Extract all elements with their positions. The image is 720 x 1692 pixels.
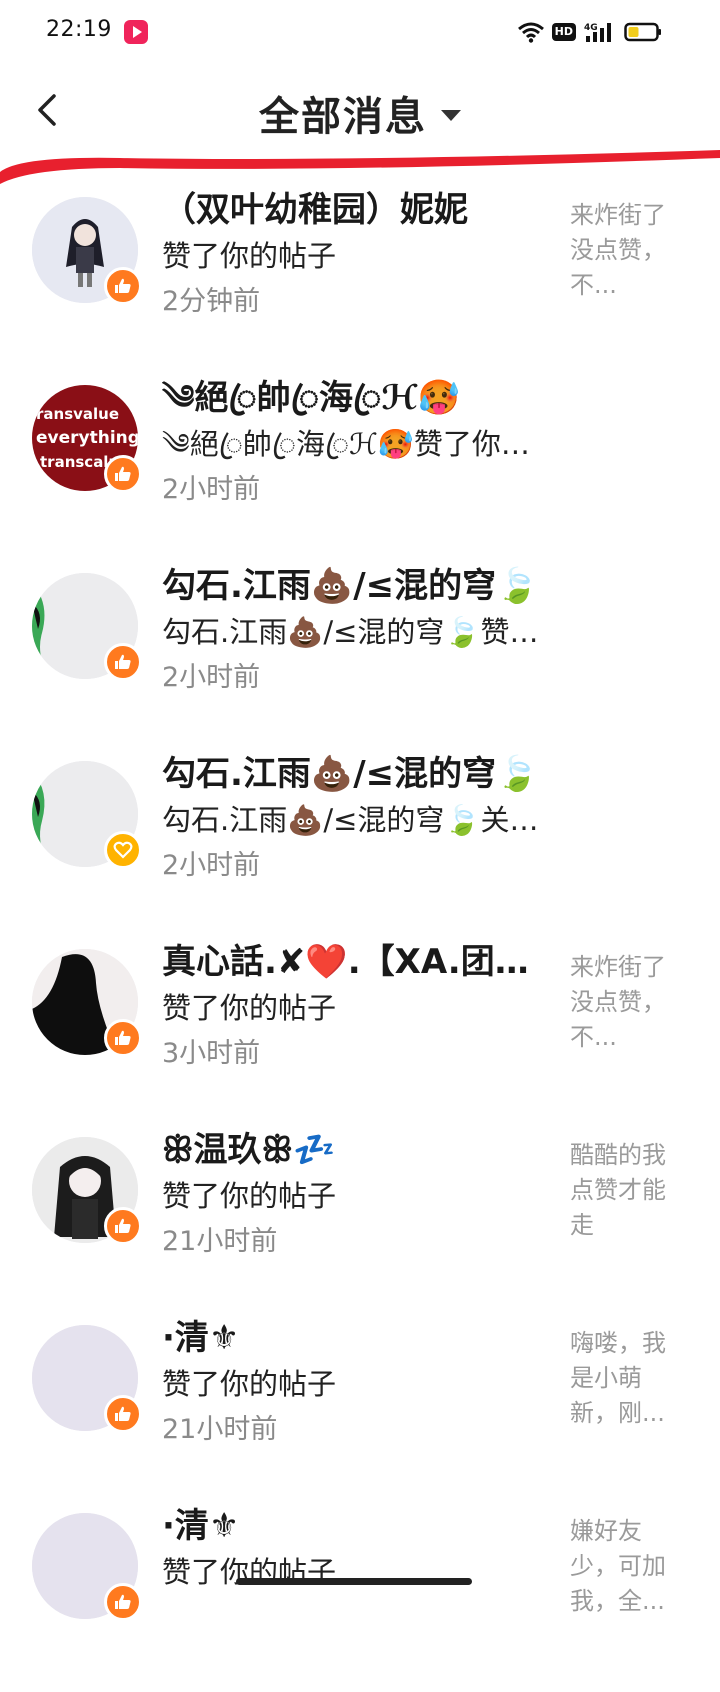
message-action: 勾石.江雨💩/≤混的穹🍃关注了你 (162, 803, 552, 837)
message-time: 2小时前 (162, 850, 261, 881)
sender-name: 真心話.✘❤️.【XA.团队】 (162, 942, 552, 982)
message-time: 21小时前 (162, 1226, 278, 1257)
like-badge-icon (104, 643, 142, 681)
message-time: 21小时前 (162, 1414, 278, 1445)
sender-name: ༄絕ꦿ帥ꦿ海ꦿℋ🥵 (162, 378, 461, 418)
message-action: 赞了你的帖子 (162, 1555, 337, 1589)
heart-badge-icon (104, 831, 142, 869)
message-item[interactable]: ꕥ温玖ꕥ💤 赞了你的帖子 21小时前 酷酷的我点赞才能走 (0, 1128, 720, 1316)
message-item[interactable]: （双叶幼稚园）妮妮 赞了你的帖子 2分钟前 来炸街了没点赞，不... (0, 188, 720, 376)
message-action: 勾石.江雨💩/≤混的穹🍃赞了你的帖子 (162, 615, 552, 649)
home-indicator[interactable] (236, 1578, 472, 1585)
svg-text:4G: 4G (584, 23, 598, 33)
status-bar: 22:19 HD 4G (0, 0, 720, 64)
svg-text:everything: everything (36, 428, 138, 448)
status-time: 22:19 (46, 17, 112, 42)
message-text: ꕥ温玖ꕥ💤 赞了你的帖子 21小时前 (162, 1128, 552, 1264)
message-text: 勾石.江雨💩/≤混的穹🍃 勾石.江雨💩/≤混的穹🍃赞了你的帖子 2小时前 (162, 564, 552, 700)
message-text: （双叶幼稚园）妮妮 赞了你的帖子 2分钟前 (162, 188, 552, 324)
message-item[interactable]: ransvalue everything transcalue ༄絕ꦿ帥ꦿ海ꦿℋ🥵 … (0, 376, 720, 564)
post-preview[interactable]: 酷酷的我点赞才能走 (570, 1138, 680, 1243)
battery-icon (624, 22, 661, 42)
message-text: 勾石.江雨💩/≤混的穹🍃 勾石.江雨💩/≤混的穹🍃关注了你 2小时前 (162, 752, 552, 888)
post-preview[interactable]: 来炸街了没点赞，不... (570, 950, 680, 1055)
message-text: 真心話.✘❤️.【XA.团队】 赞了你的帖子 3小时前 (162, 940, 552, 1076)
like-badge-icon (104, 1207, 142, 1245)
message-item[interactable]: 勾石.江雨💩/≤混的穹🍃 勾石.江雨💩/≤混的穹🍃关注了你 2小时前 (0, 752, 720, 940)
message-time: 2分钟前 (162, 286, 261, 317)
message-list: （双叶幼稚园）妮妮 赞了你的帖子 2分钟前 来炸街了没点赞，不... ransv… (0, 188, 720, 1692)
message-time: 2小时前 (162, 662, 261, 693)
sender-name: ꕥ温玖ꕥ💤 (162, 1130, 336, 1170)
video-app-icon (124, 20, 148, 44)
sender-name: ·清⚜ (162, 1318, 240, 1358)
message-action: ༄絕ꦿ帥ꦿ海ꦿℋ🥵赞了你的帖子 (162, 427, 552, 461)
title-dropdown[interactable]: 全部消息 (0, 84, 720, 142)
sender-name: （双叶幼稚园）妮妮 (162, 190, 468, 230)
message-item[interactable]: 勾石.江雨💩/≤混的穹🍃 勾石.江雨💩/≤混的穹🍃赞了你的帖子 2小时前 (0, 564, 720, 752)
caret-down-icon (441, 109, 461, 121)
message-item[interactable]: ·清⚜ 赞了你的帖子 21小时前 嗨喽，我是小萌新，刚... (0, 1316, 720, 1504)
message-item[interactable]: ·清⚜ 赞了你的帖子 嫌好友少，可加我，全... (0, 1504, 720, 1692)
message-action: 赞了你的帖子 (162, 239, 337, 273)
post-preview[interactable]: 嗨喽，我是小萌新，刚... (570, 1326, 680, 1431)
message-text: ·清⚜ 赞了你的帖子 21小时前 (162, 1316, 552, 1452)
wifi-icon (517, 22, 544, 43)
hd-badge: HD (551, 23, 576, 41)
message-time: 2小时前 (162, 474, 261, 505)
sender-name: 勾石.江雨💩/≤混的穹🍃 (162, 566, 539, 606)
sender-name: 勾石.江雨💩/≤混的穹🍃 (162, 754, 539, 794)
status-indicators: HD 4G (517, 18, 662, 46)
like-badge-icon (104, 1395, 142, 1433)
signal-icon: 4G (584, 23, 611, 42)
svg-text:ransvalue: ransvalue (36, 405, 119, 423)
message-time: 3小时前 (162, 1038, 261, 1069)
post-preview[interactable]: 来炸街了没点赞，不... (570, 198, 680, 303)
like-badge-icon (104, 267, 142, 305)
message-text: ༄絕ꦿ帥ꦿ海ꦿℋ🥵 ༄絕ꦿ帥ꦿ海ꦿℋ🥵赞了你的帖子 2小时前 (162, 376, 552, 512)
message-item[interactable]: 真心話.✘❤️.【XA.团队】 赞了你的帖子 3小时前 来炸街了没点赞，不... (0, 940, 720, 1128)
post-preview[interactable]: 嫌好友少，可加我，全... (570, 1514, 680, 1619)
message-action: 赞了你的帖子 (162, 991, 337, 1025)
like-badge-icon (104, 1019, 142, 1057)
message-action: 赞了你的帖子 (162, 1367, 337, 1401)
like-badge-icon (104, 1583, 142, 1621)
like-badge-icon (104, 455, 142, 493)
red-annotation-underline (0, 150, 720, 184)
message-action: 赞了你的帖子 (162, 1179, 337, 1213)
sender-name: ·清⚜ (162, 1506, 240, 1546)
page-title: 全部消息 (259, 94, 427, 140)
